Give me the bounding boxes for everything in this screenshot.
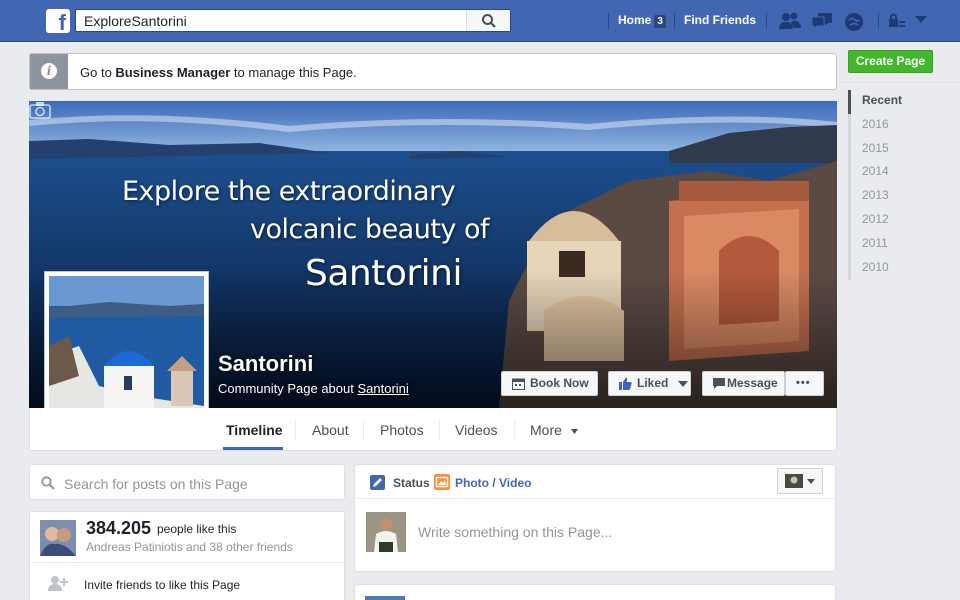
camera-icon[interactable] xyxy=(29,101,51,119)
year-item-recent[interactable]: Recent xyxy=(848,90,948,114)
tab-more[interactable]: More xyxy=(530,422,578,438)
tab-timeline[interactable]: Timeline xyxy=(226,422,283,438)
friends-avatar[interactable] xyxy=(40,520,76,556)
thumbs-up-icon xyxy=(619,377,632,390)
info-badge: i xyxy=(30,54,68,89)
tab-about[interactable]: About xyxy=(312,422,349,438)
message-button[interactable]: Message xyxy=(702,371,785,396)
more-actions-button[interactable]: ••• xyxy=(785,371,824,396)
likes-friends[interactable]: Andreas Patiniotis and 38 other friends xyxy=(86,540,293,554)
cover-line-1: Explore the extraordinary xyxy=(122,176,456,207)
right-divider xyxy=(840,82,960,83)
year-item-2014[interactable]: 2014 xyxy=(848,161,948,186)
nav-divider xyxy=(766,13,767,29)
nav-divider xyxy=(674,13,675,29)
page-post-search-placeholder: Search for posts on this Page xyxy=(64,476,248,492)
business-manager-link[interactable]: Business Manager xyxy=(115,65,230,80)
nav-divider xyxy=(608,13,609,29)
privacy-icon[interactable] xyxy=(888,11,906,31)
page-category: Community Page about Santorini xyxy=(218,381,409,396)
home-link[interactable]: Home 3 xyxy=(618,13,666,28)
page-post-search[interactable]: Search for posts on this Page xyxy=(29,464,345,500)
chevron-down-icon xyxy=(677,381,688,387)
composer-tab-status[interactable]: Status xyxy=(393,476,430,490)
category-link[interactable]: Santorini xyxy=(357,381,408,396)
tab-divider xyxy=(514,420,515,440)
tab-videos[interactable]: Videos xyxy=(455,422,498,438)
caret-down-icon xyxy=(570,428,578,434)
post-composer: Status Photo / Video Write something on … xyxy=(354,464,836,572)
tab-divider xyxy=(295,420,296,440)
find-friends-link[interactable]: Find Friends xyxy=(684,13,756,27)
cover-line-2: volcanic beauty of xyxy=(250,214,490,245)
photo-icon xyxy=(434,474,450,490)
search-icon xyxy=(482,14,496,28)
top-bar: f ExploreSantorini Home 3 Find Friends xyxy=(0,0,960,42)
tab-divider xyxy=(363,420,364,440)
message-icon xyxy=(713,378,725,389)
friends-icon[interactable] xyxy=(778,11,802,31)
search-button[interactable] xyxy=(466,10,510,31)
home-label: Home xyxy=(618,13,652,27)
year-item-2013[interactable]: 2013 xyxy=(848,185,948,209)
year-item-2016[interactable]: 2016 xyxy=(848,113,948,138)
create-page-button[interactable]: Create Page xyxy=(848,50,933,73)
timeline-year-nav: Recent 2016 2015 2014 2013 2012 2011 201… xyxy=(848,90,948,281)
year-item-2010[interactable]: 2010 xyxy=(848,256,948,281)
tab-photos[interactable]: Photos xyxy=(380,422,424,438)
facebook-logo[interactable]: f xyxy=(46,9,70,33)
invite-friends-link[interactable]: Invite friends to like this Page xyxy=(84,578,240,592)
likes-card: 384.205 people like this Andreas Patinio… xyxy=(29,511,345,600)
chevron-down-icon xyxy=(807,479,815,484)
likes-count: 384.205 xyxy=(86,518,152,538)
composer-tabs: Status Photo / Video xyxy=(355,465,835,499)
top-search-value: ExploreSantorini xyxy=(84,13,187,29)
tab-divider xyxy=(439,420,440,440)
book-now-button[interactable]: Book Now xyxy=(501,371,598,396)
search-icon xyxy=(41,476,55,490)
home-count-badge: 3 xyxy=(654,15,666,28)
notice-text: Go to Business Manager to manage this Pa… xyxy=(80,65,357,80)
top-search-input[interactable]: ExploreSantorini xyxy=(75,9,511,32)
year-item-2012[interactable]: 2012 xyxy=(848,208,948,233)
year-item-2015[interactable]: 2015 xyxy=(848,137,948,162)
composer-input[interactable]: Write something on this Page... xyxy=(418,524,612,540)
likes-label: people like this xyxy=(157,522,237,536)
cover-line-3: Santorini xyxy=(305,253,463,294)
messages-icon[interactable] xyxy=(810,11,834,31)
composer-avatar xyxy=(366,512,406,552)
info-icon: i xyxy=(41,63,57,79)
calendar-icon xyxy=(512,378,525,390)
page-title[interactable]: Santorini xyxy=(218,351,313,377)
nav-divider xyxy=(878,13,879,29)
pencil-icon xyxy=(370,475,385,490)
post-as-selector[interactable] xyxy=(777,468,823,494)
add-friend-icon xyxy=(48,576,68,591)
composer-tab-photo-video[interactable]: Photo / Video xyxy=(455,476,531,490)
card-divider xyxy=(30,562,344,563)
liked-button[interactable]: Liked xyxy=(608,371,691,396)
active-tab-indicator xyxy=(223,447,283,450)
avatar-thumbnail xyxy=(785,474,803,488)
business-manager-notice: i Go to Business Manager to manage this … xyxy=(29,53,837,90)
timeline-post xyxy=(354,584,836,600)
page-tabs: Timeline About Photos Videos More xyxy=(29,408,837,451)
notifications-icon[interactable] xyxy=(843,11,865,33)
year-item-2011[interactable]: 2011 xyxy=(848,232,948,257)
post-thumbnail[interactable] xyxy=(365,596,405,600)
account-menu-icon[interactable] xyxy=(914,15,928,25)
